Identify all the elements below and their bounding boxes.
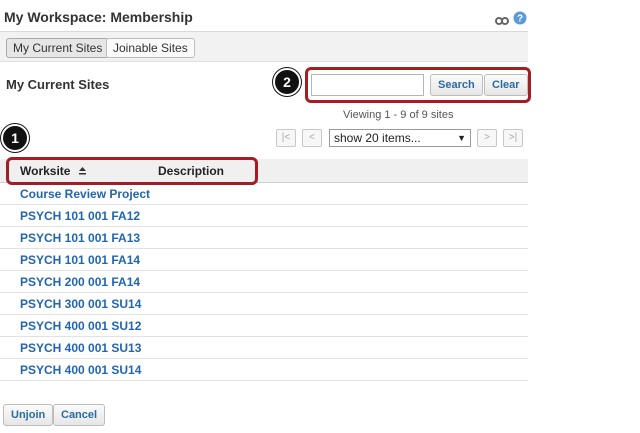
worksite-link[interactable]: PSYCH 101 001 FA13 [20, 231, 140, 245]
clear-button[interactable]: Clear [484, 74, 528, 96]
link-icon[interactable] [495, 13, 509, 25]
worksite-link[interactable]: PSYCH 300 001 SU14 [20, 297, 141, 311]
search-button[interactable]: Search [430, 74, 483, 96]
header-icons: ? [495, 11, 527, 25]
tab-bar: My Current Sites Joinable Sites [0, 32, 528, 62]
table-row: PSYCH 101 001 FA12 [0, 205, 528, 227]
pager-prev-button[interactable]: < [302, 129, 322, 147]
cancel-button[interactable]: Cancel [53, 404, 106, 426]
chevron-down-icon: ▼ [457, 133, 466, 143]
table-row: PSYCH 101 001 FA14 [0, 249, 528, 271]
worksite-link[interactable]: PSYCH 200 001 FA14 [20, 275, 140, 289]
table-row: PSYCH 400 001 SU14 [0, 359, 528, 381]
worksite-link[interactable]: PSYCH 400 001 SU12 [20, 319, 141, 333]
svg-text:?: ? [517, 14, 523, 25]
table-row: PSYCH 200 001 FA14 [0, 271, 528, 293]
table-row: PSYCH 101 001 FA13 [0, 227, 528, 249]
table-row: PSYCH 400 001 SU12 [0, 315, 528, 337]
worksite-link[interactable]: Course Review Project [20, 187, 150, 201]
table-row: PSYCH 300 001 SU14 [0, 293, 528, 315]
table-row: Course Review Project [0, 183, 528, 205]
page-size-value: show 20 items... [334, 131, 421, 145]
pager-next-button[interactable]: > [477, 129, 497, 147]
viewing-count: Viewing 1 - 9 of 9 sites [343, 109, 454, 121]
pager-first-button[interactable]: |< [276, 129, 296, 147]
worksite-link[interactable]: PSYCH 400 001 SU14 [20, 363, 141, 377]
pager-last-button[interactable]: >| [503, 129, 523, 147]
worksite-link[interactable]: PSYCH 101 001 FA12 [20, 209, 140, 223]
callout-1: 1 [1, 124, 29, 152]
tab-joinable-sites[interactable]: Joinable Sites [106, 38, 195, 58]
search-input[interactable] [311, 74, 424, 96]
page-size-select[interactable]: show 20 items... ▼ [329, 129, 471, 147]
unjoin-button[interactable]: Unjoin [3, 404, 54, 426]
table-row: PSYCH 400 001 SU13 [0, 337, 528, 359]
worksite-link[interactable]: PSYCH 101 001 FA14 [20, 253, 140, 267]
worksite-link[interactable]: PSYCH 400 001 SU13 [20, 341, 141, 355]
section-title: My Current Sites [6, 77, 110, 92]
callout-2: 2 [273, 68, 301, 96]
help-icon[interactable]: ? [513, 11, 527, 25]
table-header-highlight [6, 157, 258, 185]
page-title: My Workspace: Membership [4, 9, 193, 25]
tab-my-current-sites[interactable]: My Current Sites [6, 38, 110, 58]
